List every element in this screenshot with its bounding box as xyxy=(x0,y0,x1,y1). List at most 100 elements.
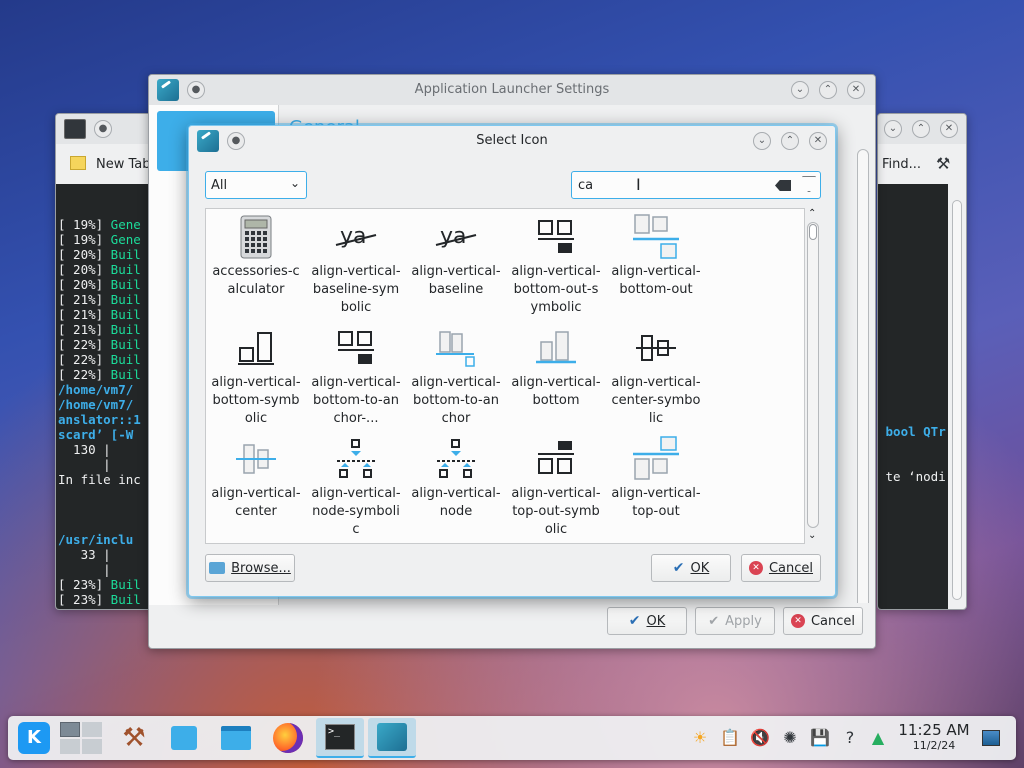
clear-text-icon[interactable] xyxy=(775,180,791,191)
terminal-right-titlebar[interactable]: ⌄ ⌃ ✕ xyxy=(878,114,966,144)
ok-button[interactable]: ✔ OK xyxy=(651,554,731,582)
icon-label: align-vertical-bottom-out xyxy=(611,264,701,297)
clock[interactable]: 11:25 AM 11/2/24 xyxy=(896,721,972,753)
select-icon-dialog[interactable]: ● Select Icon ⌄ ⌃ ✕ All ⌄ ca I accessori… xyxy=(188,125,836,597)
apply-button[interactable]: ✔ Apply xyxy=(695,607,775,635)
icon-tile[interactable]: align-vertical-bottom-to-anchor xyxy=(406,322,506,428)
icon-label: align-vertical-top-out xyxy=(611,486,701,519)
icon-tile[interactable]: align-vertical-node-symbolic xyxy=(306,433,406,539)
app-launcher-button[interactable]: K xyxy=(10,718,58,758)
minimize-button[interactable]: ⌄ xyxy=(753,132,771,150)
align-bottom-out-icon xyxy=(606,211,706,263)
align-top-out-icon xyxy=(606,433,706,485)
filter-select[interactable]: All ⌄ xyxy=(205,171,307,199)
desktop-2[interactable] xyxy=(82,722,102,737)
maximize-button[interactable]: ⌃ xyxy=(819,81,837,99)
minimize-button[interactable]: ⌄ xyxy=(791,81,809,99)
progress-percent: [ 20%] xyxy=(58,262,104,277)
new-tab-button[interactable]: New Tab xyxy=(96,157,151,172)
check-icon: ✔ xyxy=(628,613,641,629)
launcher-settings-task[interactable] xyxy=(368,718,416,758)
icon-tile[interactable]: align-vertical-center-symbolic xyxy=(606,322,706,428)
file-manager-task[interactable] xyxy=(212,718,260,758)
icon-tile[interactable]: ya align-vertical-baseline xyxy=(406,211,506,299)
icon-label: align-vertical-bottom xyxy=(511,375,601,408)
build-status: Buil xyxy=(103,322,141,337)
settings-scrollbar[interactable] xyxy=(857,149,869,609)
minimize-button[interactable]: ⌄ xyxy=(884,120,902,138)
icon-tile[interactable]: align-vertical-center xyxy=(206,433,306,521)
desktop-4[interactable] xyxy=(82,739,102,754)
filter-selected-value: All xyxy=(211,178,228,193)
icon-tile[interactable]: align-vertical-top-out xyxy=(606,433,706,521)
close-button[interactable]: ✕ xyxy=(847,81,865,99)
close-button[interactable]: ✕ xyxy=(940,120,958,138)
ok-button[interactable]: ✔ OK xyxy=(607,607,687,635)
icon-tile[interactable]: ya align-vertical-baseline-symbolic xyxy=(306,211,406,317)
store-bag-icon xyxy=(171,726,197,750)
text-cursor-icon: I xyxy=(636,175,641,194)
volume-muted-icon[interactable]: 🔇 xyxy=(750,728,770,748)
scroll-up-icon[interactable]: ⌃ xyxy=(808,208,816,219)
pin-button[interactable]: ● xyxy=(94,120,112,138)
maximize-button[interactable]: ⌃ xyxy=(912,120,930,138)
browse-button[interactable]: Browse... xyxy=(205,554,295,582)
build-status: Buil xyxy=(103,292,141,307)
icon-grid-scrollbar[interactable]: ⌃ ⌄ xyxy=(805,208,821,544)
network-up-icon[interactable]: ▲ xyxy=(868,728,888,748)
tools-icon: ⚒ xyxy=(122,723,146,753)
clipboard-icon[interactable]: 📋 xyxy=(720,728,740,748)
cancel-button[interactable]: ✕ Cancel xyxy=(741,554,821,582)
firefox-task[interactable] xyxy=(264,718,312,758)
terminal-right-output[interactable]: bool QTr te ‘nodi xyxy=(878,184,948,609)
icon-label: align-vertical-bottom-to-anchor-... xyxy=(311,375,401,426)
icon-label: align-vertical-node-symbolic xyxy=(311,486,401,537)
scrollbar-handle[interactable] xyxy=(809,224,817,240)
icon-tile[interactable]: align-vertical-bottom-to-anchor-... xyxy=(306,322,406,428)
filter-icon[interactable] xyxy=(802,176,816,192)
help-icon[interactable]: ? xyxy=(840,728,860,748)
system-settings-task[interactable]: ⚒ xyxy=(110,718,158,758)
folder-icon xyxy=(221,726,251,750)
search-input[interactable]: ca xyxy=(578,178,593,193)
desktop-3[interactable] xyxy=(60,739,80,754)
close-button[interactable]: ✕ xyxy=(809,132,827,150)
pager[interactable] xyxy=(58,718,106,758)
icon-tile[interactable]: align-vertical-bottom-symbolic xyxy=(206,322,306,428)
progress-percent: [ 22%] xyxy=(58,337,104,352)
discover-task[interactable] xyxy=(160,718,208,758)
progress-percent: [ 21%] xyxy=(58,307,104,322)
search-field[interactable]: ca I xyxy=(571,171,821,199)
dialog-titlebar[interactable]: ● Select Icon ⌄ ⌃ ✕ xyxy=(189,126,835,156)
progress-percent: [ 19%] xyxy=(58,232,104,247)
icon-label: align-vertical-bottom-out-symbolic xyxy=(511,264,601,315)
launcher-titlebar[interactable]: ● Application Launcher Settings ⌄ ⌃ ✕ xyxy=(149,75,875,105)
desktop-1[interactable] xyxy=(60,722,80,737)
icon-tile[interactable]: accessories-calculator xyxy=(206,211,306,299)
find-button[interactable]: Find... xyxy=(882,157,921,172)
icon-tile[interactable]: align-vertical-bottom xyxy=(506,322,606,410)
icon-label: align-vertical-bottom-to-anchor xyxy=(411,375,501,426)
maximize-button[interactable]: ⌃ xyxy=(781,132,799,150)
icon-tile[interactable]: align-vertical-bottom-out xyxy=(606,211,706,299)
ok-label: OK xyxy=(646,613,666,629)
storage-icon[interactable]: 💾 xyxy=(810,728,830,748)
progress-percent: [ 21%] xyxy=(58,292,104,307)
icon-tile[interactable]: align-vertical-bottom-out-symbolic xyxy=(506,211,606,317)
icon-tile[interactable]: align-vertical-node xyxy=(406,433,506,521)
weather-icon[interactable]: ☀ xyxy=(690,728,710,748)
align-node-symbolic-icon xyxy=(306,433,406,485)
terminal-window-right[interactable]: ⌄ ⌃ ✕ Find... ⚒ bool QTr te ‘nodi xyxy=(877,113,967,610)
icon-tile[interactable]: align-vertical-top-out-symbolic xyxy=(506,433,606,539)
scroll-down-icon[interactable]: ⌄ xyxy=(808,530,816,541)
align-center-icon xyxy=(206,433,306,485)
show-desktop-icon[interactable] xyxy=(982,730,1000,746)
window-title: Application Launcher Settings xyxy=(414,82,610,97)
brightness-icon[interactable]: ✺ xyxy=(780,728,800,748)
icon-grid[interactable]: accessories-calculator ya align-vertical-b… xyxy=(205,208,805,544)
cancel-button[interactable]: ✕ Cancel xyxy=(783,607,863,635)
hamburger-menu-icon[interactable]: ⚒ xyxy=(936,154,950,173)
terminal-task[interactable]: >_ xyxy=(316,718,364,758)
scrollbar-track[interactable] xyxy=(807,222,819,528)
terminal-right-scrollbar[interactable] xyxy=(952,200,962,600)
